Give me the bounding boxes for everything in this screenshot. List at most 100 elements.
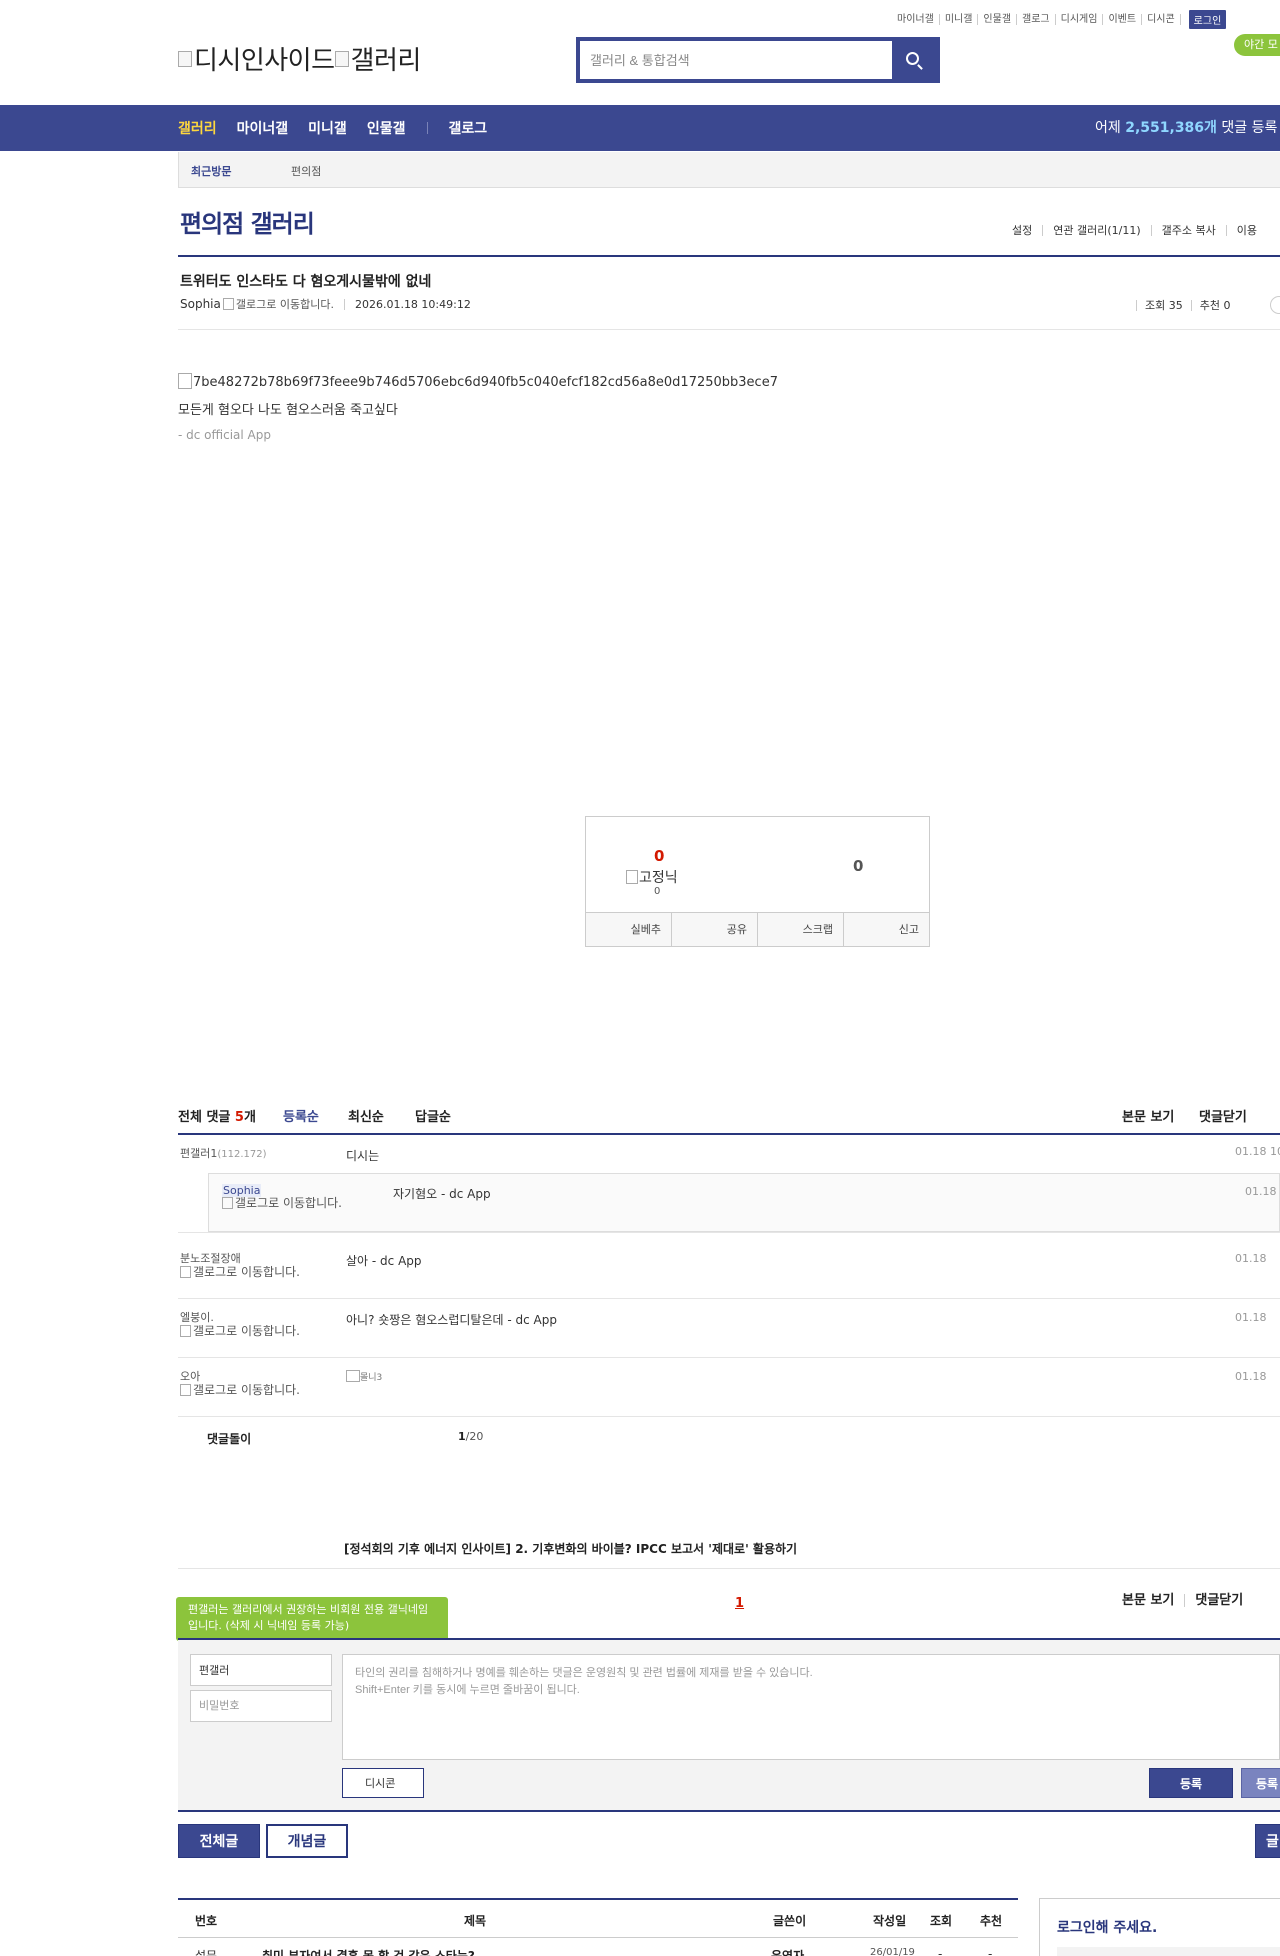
top-link-dccon[interactable]: 디시콘	[1142, 14, 1181, 25]
divider	[178, 1568, 1280, 1569]
close-comments-link[interactable]: 댓글닫기	[1199, 1106, 1247, 1125]
all-posts-button[interactable]: 전체글	[178, 1824, 260, 1858]
write-post-button[interactable]: 글	[1255, 1824, 1280, 1858]
post-more-button[interactable]	[1270, 296, 1280, 314]
gallog-link[interactable]: 갤로그로 이동합니다.	[222, 1197, 352, 1209]
view-post-link[interactable]: 본문 보기	[1122, 1594, 1184, 1607]
copy-gallery-url-link[interactable]: 갤주소 복사	[1150, 225, 1226, 236]
fixed-nick-count: 0	[654, 886, 661, 897]
post-list-row[interactable]: 설문 취미 부자여서 결혼 못 할 것 같은 스타는? 운영자 26/01/19…	[178, 1939, 1018, 1956]
top-link-event[interactable]: 이벤트	[1103, 14, 1143, 25]
gallery-settings-link[interactable]: 설정	[1002, 225, 1042, 236]
post-author[interactable]: Sophia	[180, 297, 221, 311]
comment-textarea[interactable]	[342, 1654, 1280, 1760]
comment-row: 오아 갤로그로 이동합니다. 몰니3 01.18	[178, 1358, 1280, 1417]
sort-replies[interactable]: 답글순	[415, 1106, 451, 1125]
report-button[interactable]: 신고	[844, 913, 929, 946]
broken-image-icon	[178, 373, 192, 389]
gallog-link[interactable]: 갤로그로 이동합니다.	[180, 1384, 310, 1396]
recommend-down-count[interactable]: 0	[853, 857, 863, 875]
row-views: -	[938, 1947, 943, 1956]
comment-date: 01.18	[1235, 1252, 1267, 1265]
row-title[interactable]: 취미 부자여서 결혼 못 할 것 같은 스타는?	[262, 1947, 475, 1956]
comment-nick[interactable]: 엘붕이. 갤로그로 이동합니다.	[180, 1309, 310, 1337]
post-list-header: 번호 제목 글쓴이 작성일 조회 추천	[178, 1900, 1018, 1938]
submit-comment-button[interactable]: 등록	[1149, 1768, 1233, 1798]
gallog-link[interactable]: 갤로그로 이동합니다.	[222, 296, 334, 312]
comments-header: 전체 댓글 5개 등록순 최신순 답글순 본문 보기 댓글닫기	[178, 1106, 1280, 1136]
related-post-link[interactable]: [정석회의 기후 에너지 인사이트] 2. 기후변화의 바이블? IPCC 보고…	[344, 1540, 797, 1557]
comment-nick[interactable]: 편갤러1(112.172)	[180, 1145, 267, 1161]
recent-visit-label[interactable]: 최근방문	[191, 163, 231, 179]
gallog-link[interactable]: 갤로그로 이동합니다.	[180, 1325, 310, 1337]
login-button[interactable]: 로그인	[1188, 10, 1227, 29]
gallery-usage-link[interactable]: 이용	[1225, 225, 1267, 236]
nav-divider	[427, 122, 429, 134]
login-panel-field[interactable]	[1057, 1947, 1280, 1956]
post-image: 7be48272b78b69f73feee9b746d5706ebc6d940f…	[178, 373, 778, 390]
top-link-person[interactable]: 인물갤	[978, 14, 1018, 25]
comment-page-current[interactable]: 1	[735, 1596, 744, 1611]
view-post-link[interactable]: 본문 보기	[1122, 1106, 1174, 1125]
logo[interactable]: 디시인사이드 갤러리	[178, 40, 421, 77]
sort-latest[interactable]: 최신순	[348, 1106, 384, 1125]
comment-footer: 댓글돌이 1/20	[178, 1430, 1280, 1448]
top-links: 마이너갤 미니갤 인물갤 갤로그 디시게임 이벤트 디시콘 로그인	[892, 10, 1227, 29]
comment-nick[interactable]: 분노조절장애 갤로그로 이동합니다.	[180, 1250, 310, 1278]
top-link-dcgame[interactable]: 디시게임	[1056, 14, 1104, 25]
post-app-signature: - dc official App	[178, 428, 271, 442]
login-panel-title[interactable]: 로그인해 주세요.	[1057, 1917, 1157, 1937]
sort-registered[interactable]: 등록순	[283, 1106, 319, 1125]
share-button[interactable]: 공유	[672, 913, 758, 946]
submit-comment-button-alt[interactable]: 등록	[1241, 1768, 1280, 1798]
divider	[178, 1810, 1280, 1812]
main-nav: 갤러리 마이너갤 미니갤 인물갤 갤로그 어제 2,551,386개 댓글 등록	[0, 105, 1280, 151]
broken-image-icon	[346, 1370, 360, 1382]
post-views: 조회 35	[1136, 300, 1191, 311]
nav-gallog[interactable]: 갤로그	[448, 118, 487, 138]
row-writer[interactable]: 운영자	[771, 1947, 804, 1956]
nickname-input[interactable]	[190, 1654, 332, 1686]
logo-text-dcinside: 디시인사이드	[194, 46, 335, 76]
col-number: 번호	[195, 1914, 218, 1928]
comment-date: 01.18	[1235, 1370, 1267, 1383]
post-recommend-count: 추천 0	[1190, 300, 1239, 311]
post-title: 트위터도 인스타도 다 혐오게시물밖에 없네	[180, 274, 432, 290]
top-link-minor[interactable]: 마이너갤	[892, 14, 940, 25]
post-body: 모든게 혐오다 나도 혐오스러움 죽고싶다	[178, 403, 398, 418]
recommend-up-count[interactable]: 0	[654, 847, 664, 865]
comment-text: 살아 - dc App	[346, 1254, 422, 1268]
divider	[178, 255, 1280, 257]
nav-person-gallery[interactable]: 인물갤	[367, 118, 406, 138]
broken-image-icon	[222, 298, 234, 310]
post-stats: 조회 35 추천 0	[1136, 300, 1238, 311]
comment-row: 엘붕이. 갤로그로 이동합니다. 아니? 숏짱은 혐오스럽디탈은데 - dc Ap…	[178, 1299, 1280, 1358]
night-mode-toggle[interactable]: 야간 모	[1234, 34, 1280, 56]
scrap-button[interactable]: 스크랩	[758, 913, 844, 946]
top-link-gallog[interactable]: 갤로그	[1017, 14, 1056, 25]
close-comments-link[interactable]: 댓글닫기	[1184, 1594, 1253, 1607]
gallery-title[interactable]: 편의점 갤러리	[180, 204, 315, 239]
recent-visit-item[interactable]: 편의점	[291, 163, 321, 179]
broken-image-icon	[180, 1325, 191, 1337]
comment-bot-label[interactable]: 댓글돌이	[207, 1430, 251, 1447]
gallog-link[interactable]: 갤로그로 이동합니다.	[180, 1266, 310, 1278]
recommend-box: 0 고정닉 0 0 실베추 공유 스크랩 신고	[585, 816, 930, 947]
related-galleries-link[interactable]: 연관 갤러리(1/11)	[1042, 225, 1150, 236]
comments-total: 전체 댓글 5개	[178, 1110, 256, 1125]
search-input[interactable]	[580, 41, 896, 79]
dccon-button[interactable]: 디시콘	[342, 1768, 424, 1798]
nav-minor-gallery[interactable]: 마이너갤	[237, 118, 289, 138]
top-link-mini[interactable]: 미니갤	[940, 14, 979, 25]
search-button[interactable]	[892, 41, 936, 79]
comment-page-indicator: 1/20	[458, 1430, 484, 1443]
comment-nick[interactable]: 오아 갤로그로 이동합니다.	[180, 1368, 310, 1396]
nav-mini-gallery[interactable]: 미니갤	[308, 118, 347, 138]
password-input[interactable]	[190, 1690, 332, 1722]
best-recommend-button[interactable]: 실베추	[586, 913, 672, 946]
fixed-nick-recommend[interactable]: 고정닉	[626, 867, 678, 887]
reply-nick[interactable]: Sophia 갤로그로 이동합니다.	[222, 1184, 352, 1209]
concept-posts-button[interactable]: 개념글	[266, 1824, 348, 1858]
nav-gallery[interactable]: 갤러리	[178, 118, 217, 138]
broken-image-icon	[222, 1197, 233, 1209]
